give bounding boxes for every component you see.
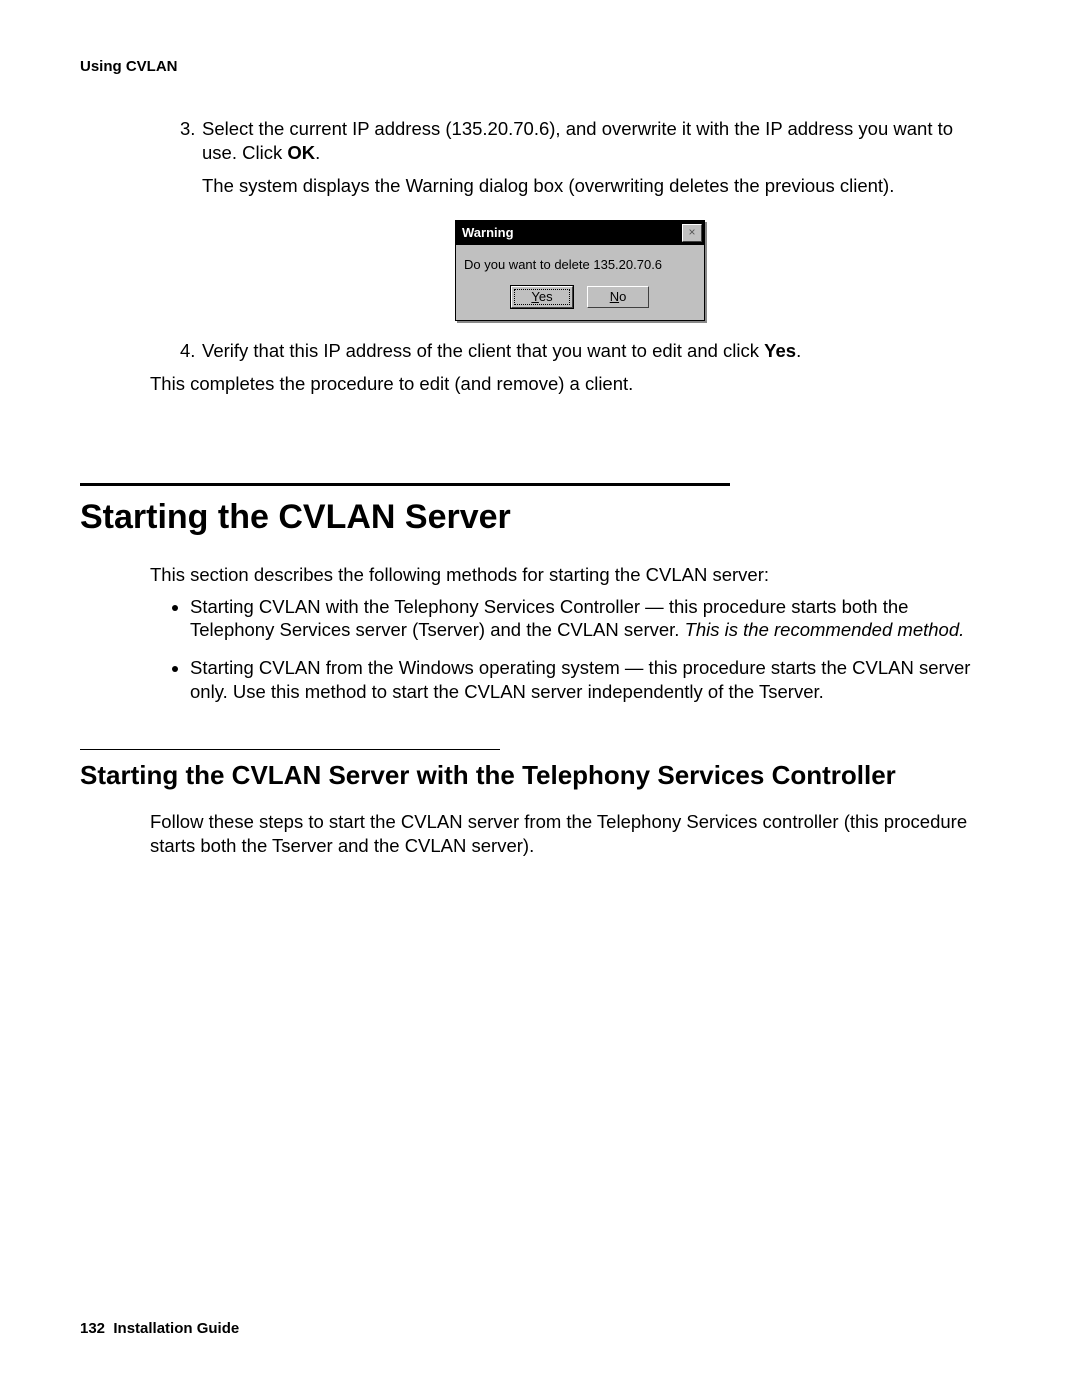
no-mnemonic: N [610,289,619,304]
no-rest: o [619,289,626,304]
warning-dialog: Warning × Do you want to delete 135.20.7… [455,220,705,321]
bullet-list: Starting CVLAN with the Telephony Servic… [150,595,980,704]
yes-button[interactable]: Yes [511,286,573,309]
step-4-text-a: Verify that this IP address of the clien… [202,340,764,361]
bullet-2: Starting CVLAN from the Windows operatin… [190,656,980,703]
footer-page-number: 132 [80,1320,105,1337]
page: Using CVLAN 3. Select the current IP add… [0,0,1080,1397]
bullet-1-em: This is the recommended method. [685,619,965,640]
step-4-period: . [796,340,801,361]
step-3-block: 3. Select the current IP address (135.20… [180,117,980,363]
step-3-ok: OK [287,142,315,163]
h2-title: Starting the CVLAN Server with the Telep… [80,760,1000,792]
sub-intro: Follow these steps to start the CVLAN se… [150,810,980,857]
close-icon[interactable]: × [682,224,702,242]
step-4-yes: Yes [764,340,796,361]
step-3-number: 3. [180,117,202,164]
footer-title: Installation Guide [113,1320,239,1337]
h1-rule [80,483,730,486]
dialog-titlebar: Warning × [456,221,704,245]
yes-rest: es [539,289,553,304]
section-intro: This section describes the following met… [150,563,980,703]
h2-rule [80,749,500,750]
step-3-text: Select the current IP address (135.20.70… [202,117,980,164]
completion-text: This completes the procedure to edit (an… [150,373,980,395]
dialog-message: Do you want to delete 135.20.70.6 [456,245,704,280]
step-4-text: Verify that this IP address of the clien… [202,339,980,363]
dialog-wrap: Warning × Do you want to delete 135.20.7… [180,220,980,321]
step-3-period: . [315,142,320,163]
h1-title: Starting the CVLAN Server [80,498,1000,537]
yes-mnemonic: Y [531,289,538,304]
no-button[interactable]: No [587,286,649,309]
dialog-buttons: Yes No [456,280,704,321]
intro-text: This section describes the following met… [150,563,980,587]
step-4: 4. Verify that this IP address of the cl… [180,339,980,363]
step-3: 3. Select the current IP address (135.20… [180,117,980,164]
footer: 132 Installation Guide [80,1320,239,1337]
running-head: Using CVLAN [80,58,1000,75]
step-3-sub: The system displays the Warning dialog b… [202,174,980,198]
dialog-title: Warning [462,225,514,242]
bullet-1: Starting CVLAN with the Telephony Servic… [190,595,980,642]
step-4-number: 4. [180,339,202,363]
